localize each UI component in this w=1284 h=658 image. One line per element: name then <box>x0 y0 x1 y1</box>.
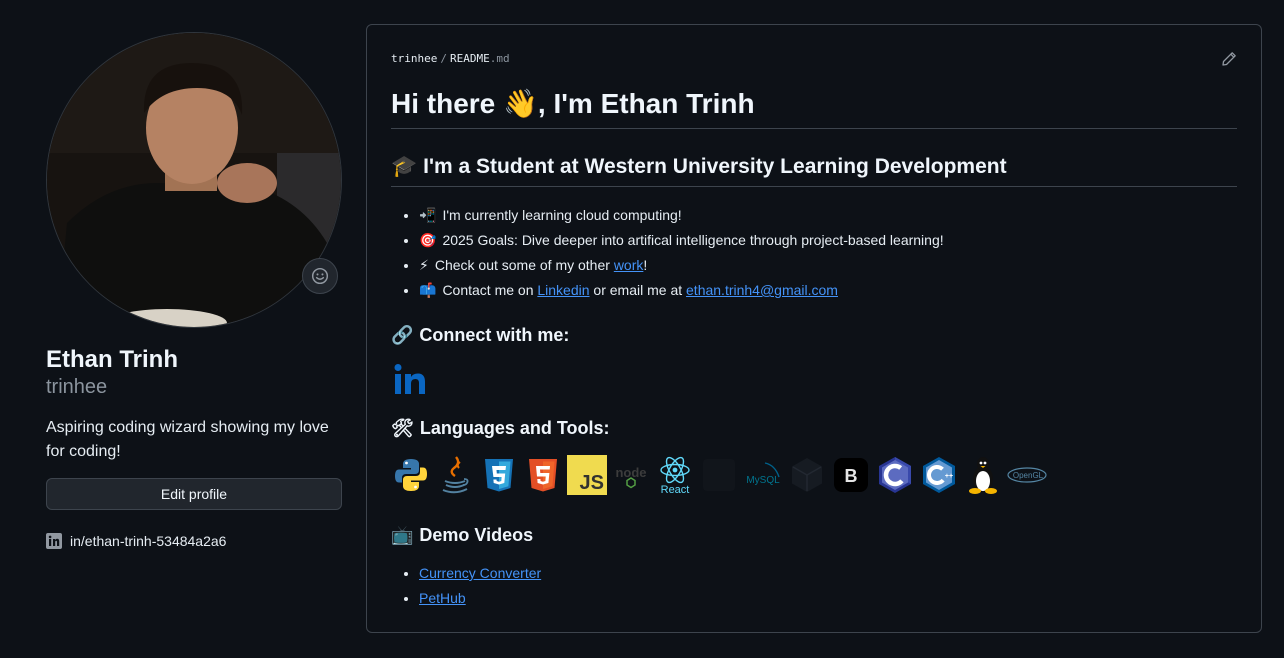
unity-icon[interactable] <box>787 455 827 495</box>
linkedin-badge-link[interactable] <box>393 362 429 403</box>
list-item-text: Check out some of my other <box>434 257 614 273</box>
list-item: 📲 I'm currently learning cloud computing! <box>419 203 1239 228</box>
python-icon[interactable] <box>391 455 431 495</box>
avatar-container <box>46 32 342 328</box>
html5-icon[interactable] <box>523 455 563 495</box>
javascript-icon-label: JS <box>580 472 604 494</box>
list-item-text: or email me at <box>589 282 687 298</box>
tools-row: JS node React MySQL B ++ OpenGL <box>391 455 1047 495</box>
avatar-photo <box>47 33 341 327</box>
email-link[interactable]: ethan.trinh4@gmail.com <box>686 282 838 298</box>
lightning-icon: ⚡ <box>419 257 429 273</box>
avatar[interactable] <box>46 32 342 328</box>
readme-title: Hi there 👋, I'm Ethan Trinh <box>391 87 1237 129</box>
target-icon: 🎯 <box>419 232 437 248</box>
demo-link-pethub[interactable]: PetHub <box>419 590 466 606</box>
student-heading: 🎓 I'm a Student at Western University Lea… <box>391 155 1237 187</box>
connect-heading: 🔗 Connect with me: <box>391 325 569 346</box>
connect-heading-text: Connect with me: <box>419 325 570 345</box>
readme-breadcrumb: trinhee / README.md <box>391 52 510 65</box>
profile-full-name: Ethan Trinh <box>46 346 178 373</box>
readme-file-ext: .md <box>489 52 510 65</box>
linux-icon[interactable] <box>963 455 1003 495</box>
mailbox-icon: 📫 <box>419 282 437 298</box>
nodejs-icon[interactable]: node <box>611 455 651 495</box>
list-item: 🎯 2025 Goals: Dive deeper into artifical … <box>419 228 1239 253</box>
student-heading-text: I'm a Student at Western University Lear… <box>423 155 1007 178</box>
list-item: PetHub <box>419 586 541 611</box>
cplusplus-icon[interactable]: ++ <box>919 455 959 495</box>
list-item-text: ! <box>643 257 648 273</box>
linkedin-icon <box>394 364 425 394</box>
react-icon[interactable]: React <box>655 455 695 495</box>
tv-icon: 📺 <box>391 525 414 545</box>
c-icon[interactable] <box>875 455 915 495</box>
list-item: 📫 Contact me on Linkedin or email me at e… <box>419 278 1239 303</box>
intro-list: 📲 I'm currently learning cloud computing!… <box>391 203 1239 303</box>
tools-heading: 🛠 Languages and Tools: <box>391 418 610 439</box>
list-item-text: Contact me on <box>442 282 538 298</box>
list-item-text: 2025 Goals: Dive deeper into artifical i… <box>442 232 944 248</box>
linkedin-icon <box>46 533 62 549</box>
tools-emoji-icon: 🛠 <box>391 418 414 438</box>
css3-icon[interactable] <box>479 455 519 495</box>
set-status-button[interactable] <box>302 258 338 294</box>
edit-profile-button[interactable]: Edit profile <box>46 478 342 510</box>
opengl-icon-label: OpenGL <box>1013 471 1044 480</box>
tools-heading-text: Languages and Tools: <box>419 418 610 438</box>
mongodb-icon[interactable] <box>699 455 739 495</box>
profile-username: trinhee <box>46 376 108 398</box>
social-link-label: in/ethan-trinh-53484a2a6 <box>70 533 227 549</box>
readme-card: trinhee / README.md Hi there 👋, I'm Ethan … <box>366 24 1262 633</box>
profile-bio: Aspiring coding wizard showing my love f… <box>46 419 329 460</box>
react-icon-label: React <box>661 484 690 495</box>
demo-link-currency-converter[interactable]: Currency Converter <box>419 565 541 581</box>
mysql-icon[interactable]: MySQL <box>743 455 783 495</box>
smiley-icon <box>311 267 329 285</box>
list-item-text: I'm currently learning cloud computing! <box>442 207 682 223</box>
graduation-cap-icon: 🎓 <box>391 155 418 178</box>
pencil-icon <box>1222 52 1236 66</box>
link-icon: 🔗 <box>391 325 414 345</box>
work-link[interactable]: work <box>614 257 644 273</box>
readme-owner-link[interactable]: trinhee <box>391 52 437 65</box>
demo-heading-text: Demo Videos <box>419 525 534 545</box>
mysql-icon-label: MySQL <box>746 475 780 486</box>
social-link-linkedin[interactable]: in/ethan-trinh-53484a2a6 <box>46 533 226 549</box>
svg-text:++: ++ <box>945 473 953 480</box>
list-item: ⚡ Check out some of my other work! <box>419 253 1239 278</box>
readme-file-name: README <box>449 52 490 65</box>
demo-heading: 📺 Demo Videos <box>391 525 533 546</box>
bootstrap-icon[interactable]: B <box>831 455 871 495</box>
edit-readme-button[interactable] <box>1221 51 1237 72</box>
list-item: Currency Converter <box>419 561 541 586</box>
opengl-icon[interactable]: OpenGL <box>1007 455 1047 495</box>
phone-icon: 📲 <box>419 207 437 223</box>
linkedin-link[interactable]: Linkedin <box>537 282 589 298</box>
svg-text:B: B <box>845 466 858 486</box>
demo-list: Currency Converter PetHub <box>391 561 541 611</box>
java-icon[interactable] <box>435 455 475 495</box>
javascript-icon[interactable]: JS <box>567 455 607 495</box>
